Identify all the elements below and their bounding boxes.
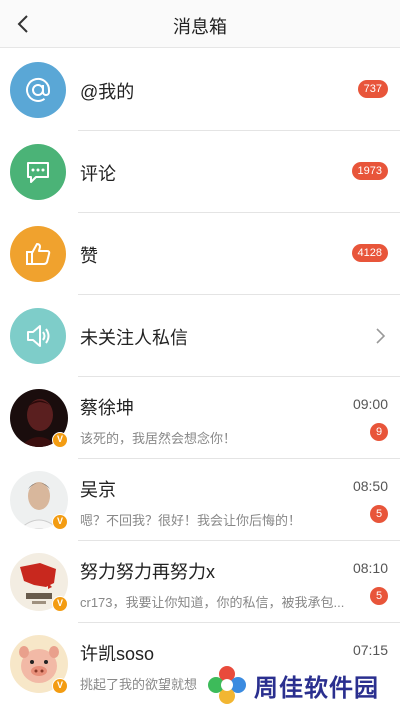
category-likes[interactable]: 赞 4128: [0, 213, 400, 295]
message-time: 07:15: [352, 642, 388, 658]
contact-name: 蔡徐坤: [80, 398, 134, 418]
contact-name: 吴京: [80, 480, 116, 500]
message-preview: cr173，我要让你知道，你的私信，被我承包...: [80, 595, 345, 610]
speaker-icon: [10, 308, 66, 364]
message-time: 08:50: [352, 478, 388, 494]
conversation-item[interactable]: V 努力努力再努力x 08:10 cr173，我要让你知道，你的私信，被我承包.…: [0, 541, 400, 623]
unread-badge: 5: [370, 587, 388, 605]
category-comments[interactable]: 评论 1973: [0, 131, 400, 213]
verified-badge: V: [52, 596, 68, 612]
page-title: 消息箱: [173, 17, 227, 37]
count-badge: 4128: [351, 244, 388, 262]
category-label: 评论: [80, 164, 116, 184]
unread-badge: 9: [370, 423, 388, 441]
verified-badge: V: [52, 514, 68, 530]
category-stranger-messages[interactable]: 未关注人私信: [0, 295, 400, 377]
watermark-text: 周佳软件园: [254, 674, 379, 702]
category-label: 赞: [80, 246, 98, 266]
pinwheel-logo-icon: [208, 666, 246, 704]
conversation-item[interactable]: V 吴京 08:50 嗯？不回我？很好！我会让你后悔的！ 5: [0, 459, 400, 541]
top-bar: 消息箱: [0, 0, 400, 48]
category-mentions[interactable]: @我的 737: [0, 49, 400, 131]
unread-badge: 5: [370, 505, 388, 523]
category-label: 未关注人私信: [80, 328, 188, 348]
at-icon: [10, 62, 66, 118]
verified-badge: V: [52, 432, 68, 448]
contact-name: 许凯soso: [80, 644, 155, 664]
category-label: @我的: [80, 82, 135, 102]
thumbs-up-icon: [10, 226, 66, 282]
count-badge: 737: [357, 80, 388, 98]
message-preview: 该死的，我居然会想念你！: [80, 431, 237, 446]
message-preview: 嗯？不回我？很好！我会让你后悔的！: [80, 513, 302, 528]
chevron-right-icon: [376, 328, 386, 344]
count-badge: 1973: [351, 162, 388, 180]
watermark: 周佳软件园: [206, 660, 400, 710]
comment-icon: [10, 144, 66, 200]
contact-name: 努力努力再努力x: [80, 562, 215, 582]
message-time: 09:00: [352, 396, 388, 412]
message-time: 08:10: [352, 560, 388, 576]
message-list: @我的 737 评论 1973 赞 4128 未关注人私信 V 蔡徐坤 09:0…: [0, 49, 400, 705]
conversation-item[interactable]: V 蔡徐坤 09:00 该死的，我居然会想念你！ 9: [0, 377, 400, 459]
verified-badge: V: [52, 678, 68, 694]
